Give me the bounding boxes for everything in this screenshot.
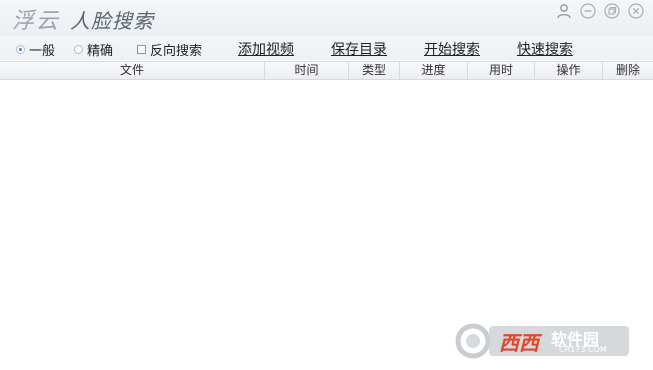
watermark-text-xixi: 西西: [499, 331, 539, 355]
watermark-logo: 西西 软件园 CR173.COM: [455, 322, 635, 360]
reverse-search-label: 反向搜索: [150, 44, 203, 59]
title-bar: 浮云 人脸搜索: [0, 0, 653, 36]
radio-indicator: [74, 45, 83, 54]
column-delete[interactable]: 删除: [603, 62, 653, 79]
watermark-url: CR173.COM: [559, 345, 607, 354]
app-title-main: 浮云: [12, 9, 61, 34]
mode-precise-label: 精确: [87, 44, 114, 59]
mode-normal-label: 一般: [29, 44, 56, 59]
radio-indicator-checked: [16, 45, 25, 54]
toolbar: 一般 精确 反向搜索 添加视频 保存目录 开始搜索 快速搜索: [0, 36, 653, 60]
restore-button[interactable]: [603, 2, 621, 20]
close-button[interactable]: [627, 2, 645, 20]
window-controls: [555, 0, 645, 22]
user-icon: [556, 3, 572, 19]
reverse-search-checkbox[interactable]: 反向搜索: [137, 40, 202, 59]
checkbox-indicator: [137, 45, 146, 54]
column-progress[interactable]: 进度: [400, 62, 468, 79]
restore-icon: [604, 3, 620, 19]
quick-search-button[interactable]: 快速搜索: [517, 39, 573, 59]
column-type[interactable]: 类型: [349, 62, 400, 79]
column-action[interactable]: 操作: [535, 62, 603, 79]
mode-normal-radio[interactable]: 一般: [16, 40, 55, 59]
save-directory-button[interactable]: 保存目录: [331, 39, 387, 59]
start-search-button[interactable]: 开始搜索: [424, 39, 480, 59]
close-icon: [628, 3, 644, 19]
table-header: 文件 时间 类型 进度 用时 操作 删除: [0, 61, 653, 80]
user-button[interactable]: [555, 2, 573, 20]
column-time[interactable]: 时间: [265, 62, 349, 79]
column-file[interactable]: 文件: [0, 62, 265, 79]
mode-precise-radio[interactable]: 精确: [74, 40, 113, 59]
column-elapsed[interactable]: 用时: [468, 62, 535, 79]
app-title-sub: 人脸搜索: [70, 9, 155, 33]
minimize-icon: [580, 3, 596, 19]
app-brand: 浮云 人脸搜索: [12, 3, 155, 34]
add-video-button[interactable]: 添加视频: [238, 39, 294, 59]
minimize-button[interactable]: [579, 2, 597, 20]
